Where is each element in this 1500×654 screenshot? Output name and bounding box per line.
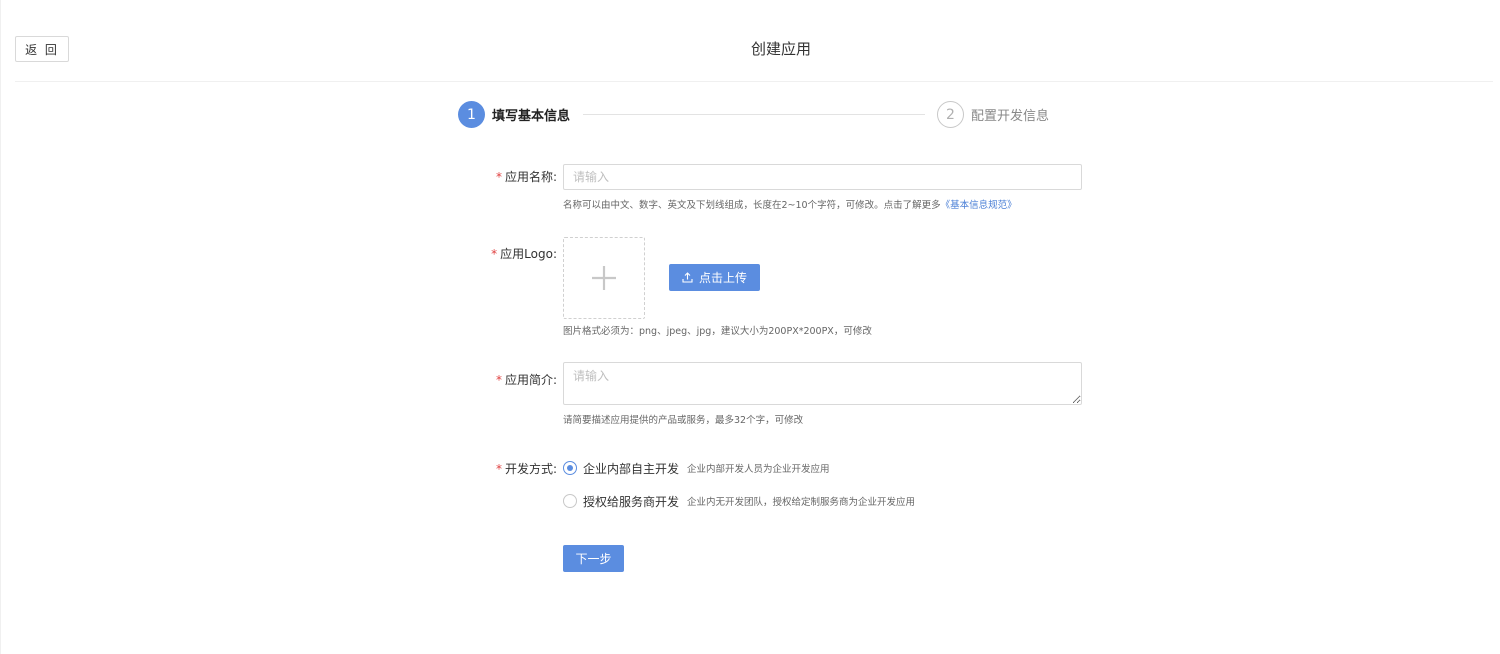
step-2-label: 配置开发信息 [971, 109, 1050, 124]
radio-internal[interactable] [563, 461, 577, 475]
plus-icon [592, 266, 616, 290]
app-name-label: 应用名称: [504, 170, 557, 184]
dev-mode-label: 开发方式: [504, 462, 557, 476]
required-mark: * [491, 247, 498, 261]
step-1-label: 填写基本信息 [492, 109, 571, 124]
app-name-hint-text: 名称可以由中文、数字、英文及下划线组成，长度在2~10个字符，可修改。点击了解更… [563, 200, 941, 211]
radio-internal-label[interactable]: 企业内部自主开发 [583, 460, 679, 477]
page-frame: 返 回 创建应用 1 填写基本信息 2 配置开发信息 *应用名称: 名称可以由中… [0, 0, 1500, 654]
next-step-button[interactable]: 下一步 [563, 545, 624, 572]
app-name-label-row: * 应用名称: [357, 168, 557, 185]
app-logo-label: 应用Logo: [500, 247, 557, 261]
step-2-number: 2 [937, 101, 964, 128]
radio-vendor-desc: 企业内无开发团队，授权给定制服务商为企业开发应用 [687, 497, 916, 508]
step-1: 1 填写基本信息 [458, 101, 570, 128]
upload-button-label: 点击上传 [698, 271, 747, 285]
app-intro-hint: 请简要描述应用提供的产品或服务，最多32个字，可修改 [563, 415, 804, 426]
required-mark: * [495, 373, 502, 387]
radio-internal-desc: 企业内部开发人员为企业开发应用 [687, 464, 830, 475]
required-mark: * [495, 170, 502, 184]
app-name-input[interactable] [563, 164, 1082, 190]
app-logo-hint: 图片格式必须为：png、jpeg、jpg，建议大小为200PX*200PX，可修… [563, 326, 872, 337]
step-2: 2 配置开发信息 [937, 101, 1049, 128]
dev-mode-option-vendor[interactable]: 授权给服务商开发 企业内无开发团队，授权给定制服务商为企业开发应用 [563, 493, 915, 509]
app-name-hint: 名称可以由中文、数字、英文及下划线组成，长度在2~10个字符，可修改。点击了解更… [563, 197, 1017, 211]
app-intro-label: 应用简介: [504, 373, 557, 387]
step-1-number: 1 [458, 101, 485, 128]
required-mark: * [495, 462, 502, 476]
app-intro-textarea[interactable] [563, 362, 1082, 405]
dev-mode-label-row: * 开发方式: [357, 460, 557, 477]
logo-upload-box[interactable] [563, 237, 645, 319]
upload-button[interactable]: 点击上传 [669, 264, 760, 291]
dev-mode-option-internal[interactable]: 企业内部自主开发 企业内部开发人员为企业开发应用 [563, 460, 830, 476]
radio-vendor[interactable] [563, 494, 577, 508]
basic-info-spec-link[interactable]: 《基本信息规范》 [941, 200, 1017, 211]
step-connector [583, 114, 925, 115]
header-divider [15, 81, 1493, 82]
upload-icon [682, 272, 693, 283]
app-logo-label-row: * 应用Logo: [357, 245, 557, 262]
app-intro-label-row: * 应用简介: [357, 371, 557, 388]
page-title: 创建应用 [750, 40, 811, 58]
radio-vendor-label[interactable]: 授权给服务商开发 [583, 493, 679, 510]
